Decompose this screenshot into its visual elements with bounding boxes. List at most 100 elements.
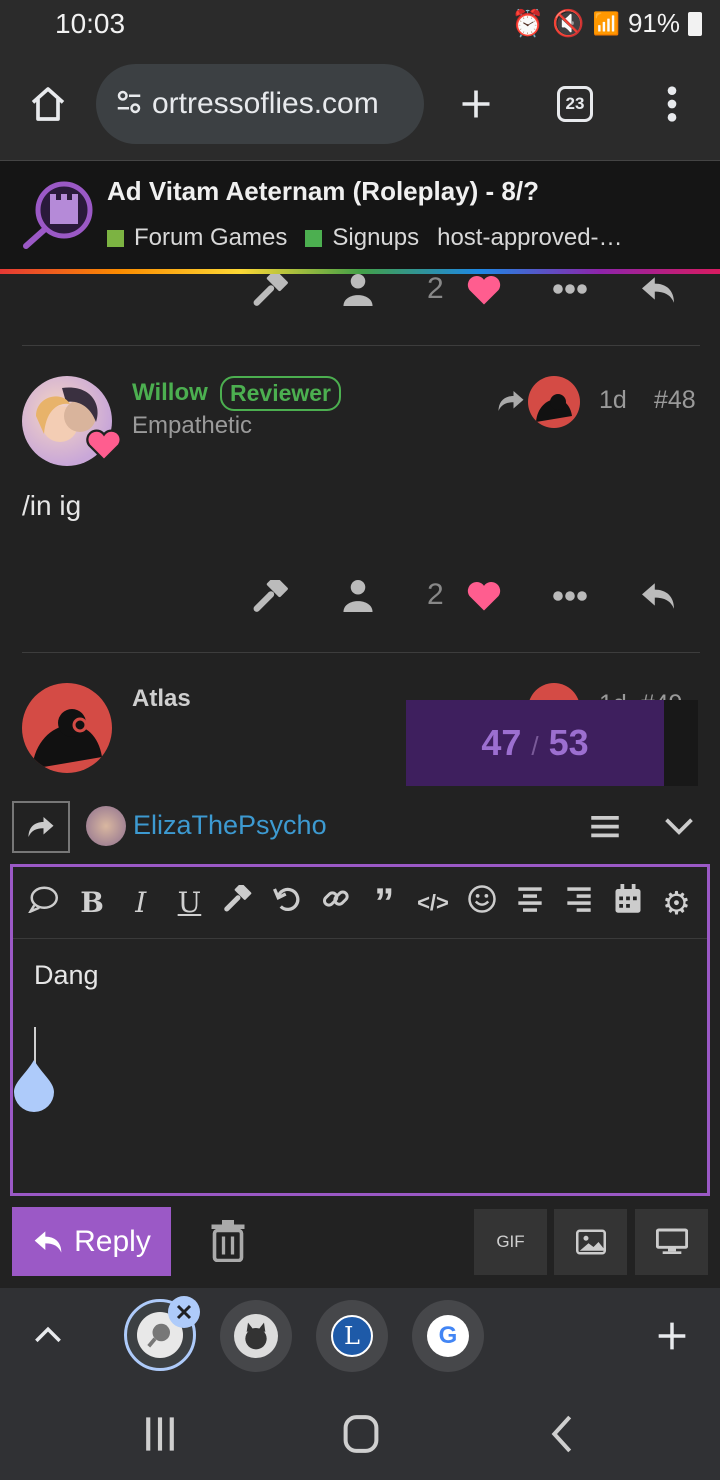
italic-icon[interactable]: I: [121, 886, 161, 919]
heart-icon[interactable]: [466, 580, 502, 617]
preview-toggle-button[interactable]: [635, 1209, 708, 1275]
progress-current: 47: [481, 722, 522, 763]
more-menu-icon[interactable]: [660, 84, 684, 129]
mute-icon: 🔇: [552, 8, 585, 38]
progress-remainder: [664, 700, 698, 786]
like-count: 2: [427, 578, 444, 611]
reply-to-avatar[interactable]: [528, 376, 580, 428]
post-meta-clipped: 1d #49: [599, 690, 699, 700]
reply-target-username[interactable]: ElizaThePsycho: [133, 810, 327, 841]
reply-button[interactable]: Reply: [12, 1207, 171, 1276]
more-actions-icon[interactable]: [552, 282, 588, 300]
post-divider: [22, 652, 700, 653]
wifi-icon: 📶: [592, 10, 620, 36]
alarm-icon: ⏰: [511, 8, 545, 38]
reply-to-toggle-button[interactable]: [12, 801, 70, 853]
status-time: 10:03: [55, 8, 126, 39]
composer-menu-icon[interactable]: [590, 812, 620, 845]
cursor-handle-icon[interactable]: [14, 1060, 54, 1117]
post-date[interactable]: 1d: [599, 690, 627, 700]
underline-icon[interactable]: U: [169, 886, 209, 919]
reply-icon: [34, 1230, 62, 1253]
reply-button-label: Reply: [74, 1224, 151, 1258]
post-body: /in ig: [22, 490, 82, 521]
image-upload-button[interactable]: [554, 1209, 627, 1275]
reply-to-avatar[interactable]: [528, 683, 580, 700]
status-icons: ⏰ 🔇 📶 91%: [512, 8, 702, 39]
link-icon[interactable]: [316, 884, 356, 921]
user-badge[interactable]: Reviewer: [220, 376, 342, 411]
code-icon[interactable]: </>: [413, 890, 453, 916]
url-text: ortressoflies.com: [152, 87, 379, 120]
gavel-icon[interactable]: [218, 883, 258, 920]
cat-favicon-icon: [245, 1322, 267, 1350]
blockquote-icon[interactable]: ”: [364, 883, 404, 923]
post-date[interactable]: 1d: [599, 386, 627, 415]
gif-button-label: GIF: [496, 1232, 525, 1251]
flag-icon[interactable]: [252, 575, 290, 617]
topic-progress-label[interactable]: 47 / 53: [406, 722, 664, 764]
site-logo-icon[interactable]: [20, 178, 94, 257]
post-number[interactable]: #49: [641, 690, 683, 700]
post-username[interactable]: Willow: [132, 379, 208, 407]
category-color-swatch: [107, 229, 124, 247]
heart-badge-icon: [86, 428, 122, 467]
topic-title[interactable]: Ad Vitam Aeternam (Roleplay) - 8/?: [107, 176, 539, 207]
flag-icon[interactable]: [252, 269, 290, 311]
tab-group-item[interactable]: [220, 1300, 292, 1372]
composer-text[interactable]: Dang: [34, 960, 99, 991]
gif-button[interactable]: GIF: [474, 1209, 547, 1275]
category-color-swatch: [305, 229, 323, 247]
post-username[interactable]: Atlas: [132, 685, 191, 713]
quote-bubble-icon[interactable]: [23, 885, 63, 920]
heart-icon[interactable]: [466, 274, 502, 311]
emoji-icon[interactable]: [462, 884, 502, 921]
avatar[interactable]: [22, 683, 112, 773]
calendar-icon[interactable]: [608, 884, 648, 921]
user-icon[interactable]: [340, 580, 376, 617]
home-icon[interactable]: [28, 84, 68, 129]
tab-group-item[interactable]: L: [316, 1300, 388, 1372]
battery-icon: [688, 11, 702, 36]
reply-icon[interactable]: [638, 274, 678, 311]
tag-host-approved[interactable]: host-approved-…: [437, 224, 622, 252]
bold-icon[interactable]: B: [72, 886, 112, 919]
like-count: 2: [427, 272, 444, 305]
google-favicon-icon: G: [427, 1315, 469, 1357]
gear-icon[interactable]: ⚙: [656, 884, 696, 922]
trash-icon[interactable]: [210, 1220, 246, 1267]
add-tab-icon[interactable]: [656, 1320, 688, 1357]
chevron-up-icon[interactable]: [34, 1324, 62, 1351]
text-cursor: [34, 1027, 36, 1063]
progress-separator: /: [531, 731, 539, 761]
reply-icon[interactable]: [638, 580, 678, 617]
desktop-icon: [655, 1228, 688, 1254]
chevron-down-icon[interactable]: [664, 814, 694, 843]
tab-group-item[interactable]: G: [412, 1300, 484, 1372]
align-right-icon[interactable]: [559, 886, 599, 919]
align-center-icon[interactable]: [510, 886, 550, 919]
category-signups[interactable]: Signups: [332, 224, 419, 252]
category-forum-games[interactable]: Forum Games: [134, 224, 287, 252]
user-title: Empathetic: [132, 412, 253, 439]
tab-switcher-button[interactable]: 23: [557, 86, 593, 122]
site-favicon-icon: [147, 1323, 170, 1348]
battery-percent: 91%: [627, 8, 680, 38]
site-settings-icon[interactable]: [114, 87, 144, 122]
more-actions-icon[interactable]: [552, 589, 588, 607]
image-icon: [575, 1229, 606, 1255]
undo-icon[interactable]: [267, 884, 307, 921]
close-tab-icon[interactable]: [168, 1296, 200, 1328]
recent-apps-icon[interactable]: [143, 1416, 177, 1457]
topic-tags: Forum Games Signups host-approved-…: [107, 224, 623, 252]
address-bar[interactable]: ortressoflies.com: [96, 64, 424, 144]
post-divider: [22, 345, 700, 346]
post-number[interactable]: #48: [654, 386, 696, 415]
new-tab-icon[interactable]: [458, 86, 494, 127]
progress-total: 53: [548, 722, 589, 763]
user-icon[interactable]: [340, 274, 376, 311]
home-nav-icon[interactable]: [342, 1414, 380, 1459]
back-nav-icon[interactable]: [548, 1414, 576, 1459]
reply-target-avatar: [86, 806, 126, 846]
reply-to-arrow-icon[interactable]: [496, 388, 526, 419]
